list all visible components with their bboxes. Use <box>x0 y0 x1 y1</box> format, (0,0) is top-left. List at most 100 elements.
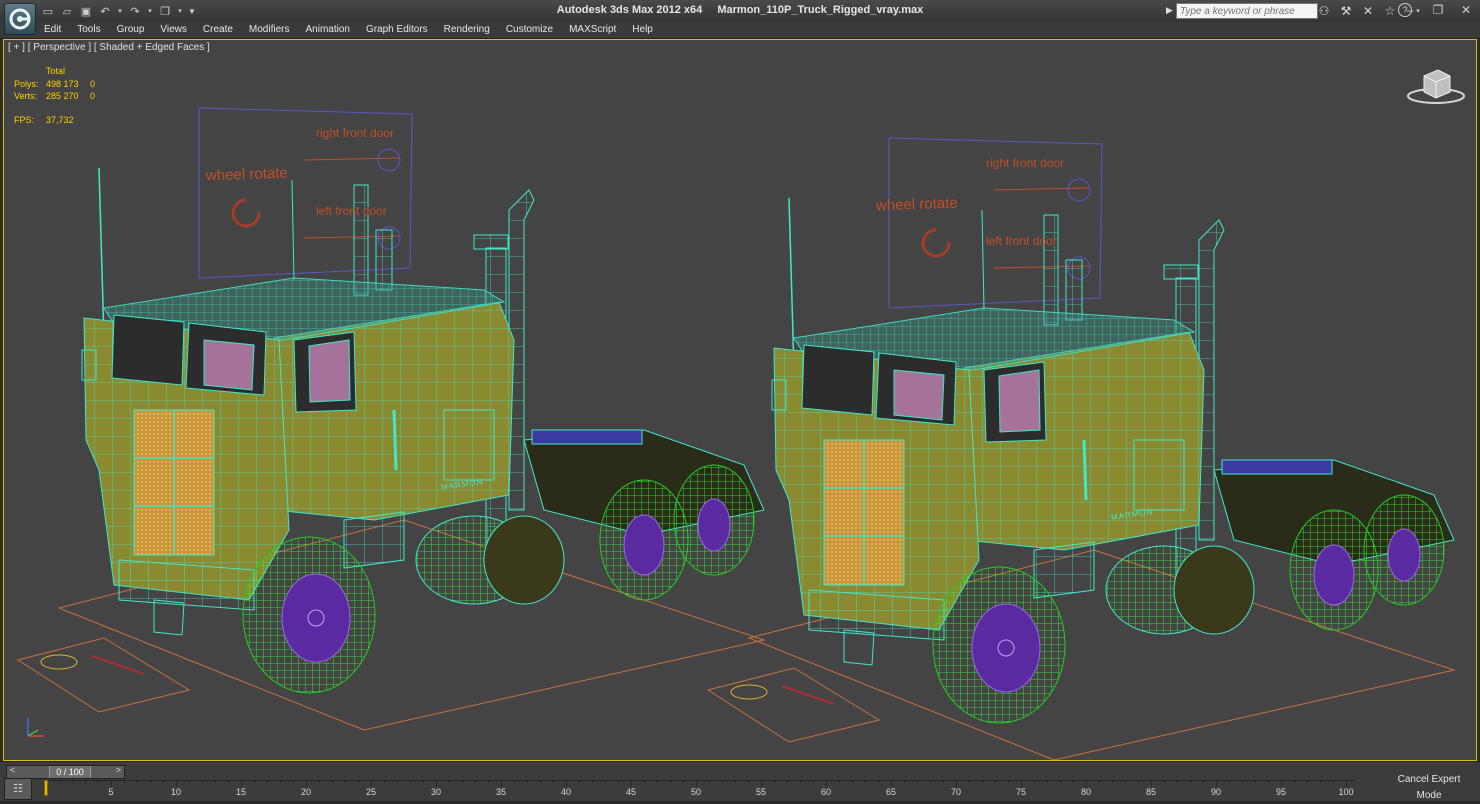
trackbar-tick <box>475 780 476 783</box>
rig-label-left-door-right[interactable]: left front door <box>986 234 1057 248</box>
trackbar-tick <box>540 780 541 783</box>
new-icon[interactable]: ▭ <box>40 3 56 19</box>
app-name: Autodesk 3ds Max 2012 x64 <box>556 4 703 16</box>
trackbar-tick <box>384 780 385 783</box>
undo-dropdown-icon[interactable]: ▾ <box>116 3 124 19</box>
menu-customize[interactable]: Customize <box>498 22 561 38</box>
viewport-label[interactable]: [ + ] [ Perspective ] [ Shaded + Edged F… <box>8 42 210 53</box>
menu-create[interactable]: Create <box>195 22 241 38</box>
trackbar-tick-label: 55 <box>755 787 767 797</box>
trackbar-tick <box>267 780 268 783</box>
restore-icon[interactable]: ❐ <box>1430 3 1446 17</box>
trackbar-tick <box>852 780 853 783</box>
trackbar-tick <box>774 780 775 783</box>
stats-row-polys: Polys: 498 173 0 <box>14 78 96 89</box>
minimize-icon[interactable]: – <box>1402 3 1418 17</box>
menu-group[interactable]: Group <box>109 22 153 38</box>
trackbar-tick <box>319 780 320 783</box>
current-frame-marker[interactable] <box>44 780 48 796</box>
trackbar-tick <box>1008 780 1009 783</box>
subscription-icon[interactable]: ⚒ <box>1338 3 1354 19</box>
cancel-expert-mode-button[interactable]: Cancel Expert Mode <box>1386 772 1472 801</box>
trackbar-tick <box>566 780 567 786</box>
menu-help[interactable]: Help <box>624 22 661 38</box>
trackbar-tick <box>150 780 151 783</box>
project-folder-icon[interactable]: ❐ <box>157 3 173 19</box>
trackbar-tick-label: 70 <box>950 787 962 797</box>
menu-modifiers[interactable]: Modifiers <box>241 22 298 38</box>
menu-rendering[interactable]: Rendering <box>436 22 498 38</box>
trackbar-tick <box>1021 780 1022 786</box>
perspective-viewport[interactable]: wheel rotate right front door left front… <box>3 39 1477 761</box>
trackbar-tick <box>293 780 294 783</box>
menu-tools[interactable]: Tools <box>69 22 108 38</box>
menu-edit[interactable]: Edit <box>36 22 69 38</box>
trackbar-tick <box>813 780 814 783</box>
trackbar-tick <box>1229 780 1230 783</box>
trackbar-tick <box>215 780 216 783</box>
trackbar-tick <box>1203 780 1204 783</box>
trackbar-tick <box>410 780 411 783</box>
trackbar-tick <box>137 780 138 783</box>
timeline-area: < 0 / 100 > ☷ 5 10 15 20 25 30 35 40 45 50 55 60 65 7… <box>0 761 1480 801</box>
rig-label-right-door-right[interactable]: right front door <box>986 156 1064 170</box>
rig-label-wheel-rotate-left[interactable]: wheel rotate <box>206 165 288 185</box>
trackbar-tick <box>1190 780 1191 783</box>
trackbar-tick-label: 30 <box>430 787 442 797</box>
trackbar-tick <box>969 780 970 783</box>
scene-statistics: Total Polys: 498 173 0 Verts: 285 270 0 <box>14 65 110 103</box>
trackbar-tick <box>1333 780 1334 783</box>
quick-access-toolbar: ▭ ▱ ▣ ↶ ▾ ↷ ▾ ❐ ▾ ▼ <box>40 3 197 19</box>
menu-maxscript[interactable]: MAXScript <box>561 22 624 38</box>
time-slider-prev-icon[interactable]: < <box>10 765 15 775</box>
time-slider-handle[interactable]: 0 / 100 <box>49 766 91 778</box>
open-icon[interactable]: ▱ <box>59 3 75 19</box>
redo-icon[interactable]: ↷ <box>127 3 143 19</box>
trackbar-tick <box>488 780 489 783</box>
time-slider[interactable]: < 0 / 100 > <box>6 765 125 779</box>
communication-icon[interactable]: ✕ <box>1360 3 1376 19</box>
trackbar-tick <box>345 780 346 783</box>
trackbar-tick <box>254 780 255 783</box>
redo-dropdown-icon[interactable]: ▾ <box>146 3 154 19</box>
window-controls: – ❐ ✕ <box>1402 3 1474 17</box>
trackbar-tick <box>1281 780 1282 786</box>
search-input[interactable] <box>1176 3 1318 19</box>
trackbar[interactable]: 5 10 15 20 25 30 35 40 45 50 55 60 65 70 75 80 85 90 95 100 <box>44 780 1354 797</box>
menu-animation[interactable]: Animation <box>297 22 357 38</box>
trackbar-tick <box>280 780 281 783</box>
menu-views[interactable]: Views <box>152 22 195 38</box>
save-icon[interactable]: ▣ <box>78 3 94 19</box>
trackbar-tick <box>891 780 892 786</box>
trackbar-tick <box>98 780 99 783</box>
project-dropdown-icon[interactable]: ▾ <box>176 3 184 19</box>
trackbar-tick <box>982 780 983 783</box>
trackbar-tick <box>553 780 554 783</box>
binoculars-icon[interactable]: ⚇ <box>1316 3 1332 19</box>
viewcube-icon[interactable] <box>1404 66 1468 106</box>
trackbar-tick-label: 65 <box>885 787 897 797</box>
trackbar-tick <box>1268 780 1269 783</box>
trackbar-tick <box>514 780 515 783</box>
search-expand-icon[interactable]: ▶ <box>1166 5 1173 16</box>
trackbar-tick <box>397 780 398 783</box>
mini-curve-editor-icon[interactable]: ☷ <box>4 778 32 800</box>
title-bar: ▭ ▱ ▣ ↶ ▾ ↷ ▾ ❐ ▾ ▼ Autodesk 3ds Max 201… <box>0 0 1480 23</box>
scene-canvas[interactable] <box>4 40 1476 760</box>
rig-label-left-door-left[interactable]: left front door <box>316 204 387 218</box>
trackbar-tick <box>1216 780 1217 786</box>
trackbar-tick-label: 100 <box>1338 787 1354 797</box>
trackbar-tick <box>631 780 632 786</box>
trackbar-tick <box>1346 780 1347 786</box>
menu-graph-editors[interactable]: Graph Editors <box>358 22 436 38</box>
time-slider-next-icon[interactable]: > <box>116 765 121 775</box>
favorites-icon[interactable]: ☆ <box>1382 3 1398 19</box>
rig-label-wheel-rotate-right[interactable]: wheel rotate <box>876 195 958 215</box>
rig-label-right-door-left[interactable]: right front door <box>316 126 394 140</box>
undo-icon[interactable]: ↶ <box>97 3 113 19</box>
app-menu-button[interactable] <box>4 3 36 35</box>
trackbar-tick <box>683 780 684 783</box>
customize-dropdown-icon[interactable]: ▼ <box>187 3 197 19</box>
close-icon[interactable]: ✕ <box>1458 3 1474 17</box>
trackbar-tick <box>826 780 827 786</box>
